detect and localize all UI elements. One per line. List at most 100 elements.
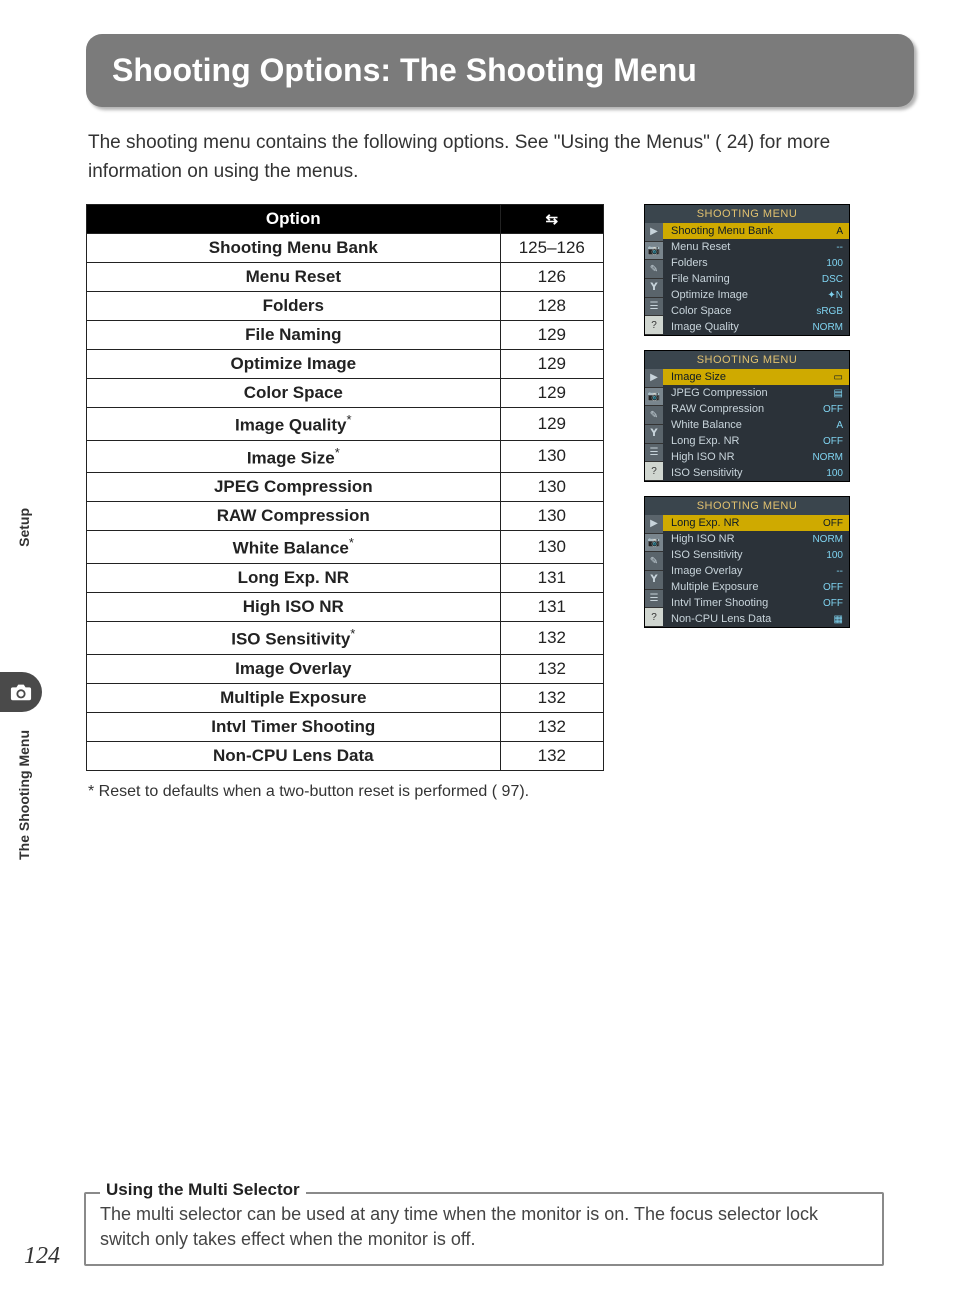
footnote: * Reset to defaults when a two-button re… [88, 781, 596, 803]
screen-row-label: Long Exp. NR [671, 517, 739, 529]
screen-row: High ISO NR NORM [663, 531, 849, 547]
table-row: Menu Reset126 [87, 263, 604, 292]
screen-row-value: ▤ [813, 388, 843, 399]
screen-row-value: ▭ [813, 372, 843, 383]
screen-row: ISO Sensitivity 100 [663, 465, 849, 481]
table-row: White Balance*130 [87, 531, 604, 564]
screen-tab: ? [645, 316, 663, 335]
page-cell: 130 [500, 531, 603, 564]
page-cell: 131 [500, 592, 603, 621]
screen-row: Intvl Timer Shooting OFF [663, 595, 849, 611]
screen-row-label: Intvl Timer Shooting [671, 597, 768, 609]
screen-row-label: Long Exp. NR [671, 435, 739, 447]
option-cell: File Naming [87, 321, 501, 350]
screen-row-value: OFF [813, 518, 843, 529]
table-row: RAW Compression130 [87, 502, 604, 531]
th-page-icon: ⇆ [500, 205, 603, 234]
side-tab-setup: Setup [16, 508, 32, 547]
page-cell: 130 [500, 502, 603, 531]
option-cell: Multiple Exposure [87, 683, 501, 712]
table-row: Optimize Image129 [87, 350, 604, 379]
screen-tab: ▶ [645, 223, 663, 242]
tip-title: Using the Multi Selector [100, 1180, 306, 1200]
screen-row-label: Menu Reset [671, 241, 730, 253]
screen-row: Long Exp. NROFF [663, 433, 849, 449]
side-tab-shooting-menu: The Shooting Menu [16, 730, 32, 860]
page-cell: 132 [500, 683, 603, 712]
page-cell: 132 [500, 621, 603, 654]
screen-row: File NamingDSC [663, 271, 849, 287]
table-row: ISO Sensitivity*132 [87, 621, 604, 654]
page-cell: 132 [500, 654, 603, 683]
screen-row-label: Optimize Image [671, 289, 748, 301]
screen-row-label: ISO Sensitivity [671, 467, 743, 479]
option-cell: Image Overlay [87, 654, 501, 683]
page-cell: 129 [500, 350, 603, 379]
screen-row-label: ISO Sensitivity [671, 549, 743, 561]
screen-tab: ✎ [645, 260, 663, 279]
intro-paragraph: The shooting menu contains the following… [88, 129, 914, 186]
page-cell: 132 [500, 741, 603, 770]
tip-text: The multi selector can be used at any ti… [100, 1202, 868, 1252]
tip-box: Using the Multi Selector The multi selec… [84, 1192, 884, 1266]
screen-title: SHOOTING MENU [645, 351, 849, 369]
screen-row-label: JPEG Compression [671, 387, 768, 399]
screen-title: SHOOTING MENU [645, 205, 849, 223]
screen-row-value: OFF [813, 598, 843, 609]
screen-title: SHOOTING MENU [645, 497, 849, 515]
screen-row: Folders100 [663, 255, 849, 271]
screen-row-value: NORM [812, 534, 843, 545]
screen-tab: ✎ [645, 406, 663, 425]
screen-row: High ISO NR NORM [663, 449, 849, 465]
table-row: Image Quality*129 [87, 408, 604, 441]
screen-row-label: Multiple Exposure [671, 581, 758, 593]
screen-row-value: -- [813, 242, 843, 253]
option-cell: RAW Compression [87, 502, 501, 531]
screen-row: Menu Reset -- [663, 239, 849, 255]
screen-row-label: High ISO NR [671, 533, 735, 545]
screen-row: Long Exp. NR OFF [663, 515, 849, 531]
options-table: Option ⇆ Shooting Menu Bank125–126Menu R… [86, 204, 604, 771]
table-row: Shooting Menu Bank125–126 [87, 234, 604, 263]
table-row: Long Exp. NR131 [87, 563, 604, 592]
page-banner: Shooting Options: The Shooting Menu [86, 34, 914, 107]
table-row: Multiple Exposure132 [87, 683, 604, 712]
screen-row-label: High ISO NR [671, 451, 735, 463]
screen-row-label: Folders [671, 257, 708, 269]
page-cell: 128 [500, 292, 603, 321]
screen-row-label: Shooting Menu Bank [671, 225, 773, 237]
screen-tab: ☰ [645, 590, 663, 609]
screen-tab: ▶ [645, 369, 663, 388]
screen-tab: ▶ [645, 515, 663, 534]
option-cell: Non-CPU Lens Data [87, 741, 501, 770]
screen-row-label: Color Space [671, 305, 732, 317]
table-row: Image Overlay132 [87, 654, 604, 683]
table-row: Non-CPU Lens Data132 [87, 741, 604, 770]
screen-row-label: Image Size [671, 371, 726, 383]
screen-row: ISO Sensitivity100 [663, 547, 849, 563]
screen-row-value: NORM [812, 452, 843, 463]
option-cell: Image Size* [87, 440, 501, 473]
screen-tab: ? [645, 608, 663, 627]
table-row: JPEG Compression130 [87, 473, 604, 502]
screen-row-value: NORM [812, 322, 843, 333]
page-cell: 129 [500, 408, 603, 441]
screen-row-value: A [813, 420, 843, 431]
screen-tab: 𝗬 [645, 425, 663, 444]
table-row: Image Size*130 [87, 440, 604, 473]
screen-row-value: 100 [813, 468, 843, 479]
page-cell: 129 [500, 321, 603, 350]
screen-tab: 📷 [645, 534, 663, 553]
th-option: Option [87, 205, 501, 234]
screen-tab: 📷 [645, 388, 663, 407]
screen-tab: 𝗬 [645, 279, 663, 298]
option-cell: Intvl Timer Shooting [87, 712, 501, 741]
screen-row: Multiple ExposureOFF [663, 579, 849, 595]
page-cell: 131 [500, 563, 603, 592]
screen-row-label: RAW Compression [671, 403, 764, 415]
screen-row-value: ▦ [813, 614, 843, 625]
camera-screen: SHOOTING MENU▶📷✎𝗬☰?Shooting Menu BankAMe… [644, 204, 850, 336]
screen-row-label: File Naming [671, 273, 730, 285]
page-cell: 130 [500, 473, 603, 502]
option-cell: Menu Reset [87, 263, 501, 292]
